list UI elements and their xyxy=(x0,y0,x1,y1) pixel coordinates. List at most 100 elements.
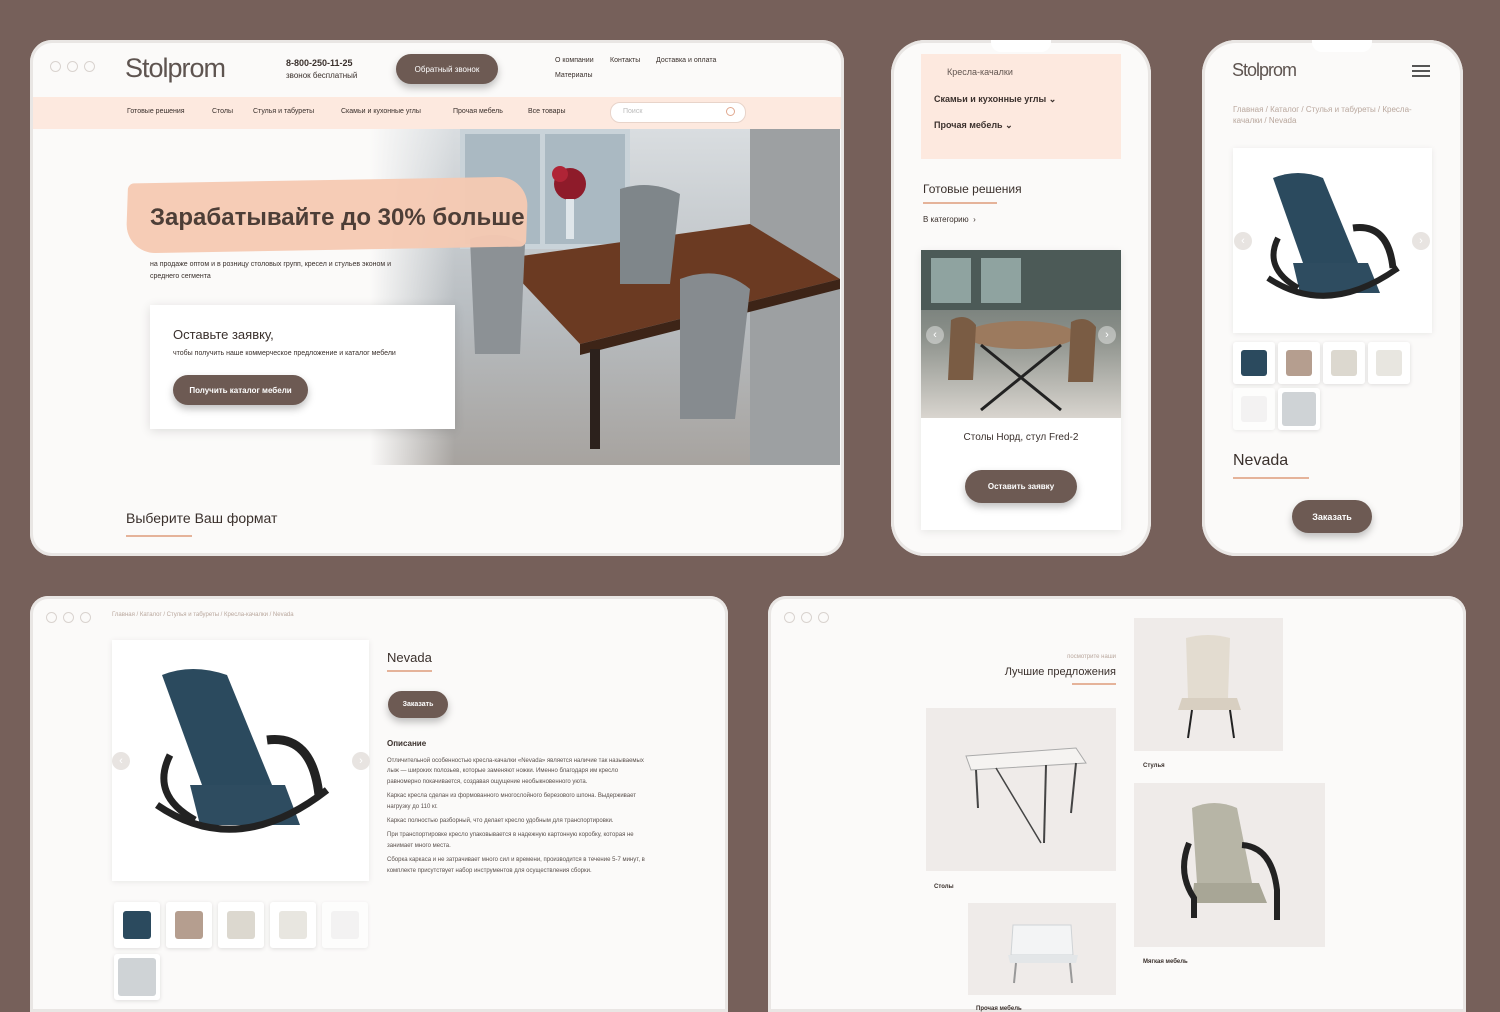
nav-item-chairs[interactable]: Стулья и табуреты xyxy=(253,108,314,115)
carousel-next-button[interactable]: › xyxy=(1098,326,1116,344)
search-input[interactable]: Поиск xyxy=(610,102,746,123)
menu-item-cut[interactable]: Кресла-качалки xyxy=(947,67,1013,77)
nav-item-other[interactable]: Прочая мебель xyxy=(453,108,503,115)
chevron-down-icon: ⌄ xyxy=(1048,94,1057,104)
title-underline xyxy=(1233,477,1309,479)
mobile-menu-panel: Кресла-качалки Скамьи и кухонные углы ⌄ … xyxy=(921,54,1121,159)
window-controls xyxy=(784,612,829,623)
product-thumb[interactable] xyxy=(166,902,212,948)
menu-item-other[interactable]: Прочая мебель ⌄ xyxy=(934,120,1013,131)
breadcrumb[interactable]: Главная / Каталог / Стулья и табуреты / … xyxy=(1233,104,1423,126)
window-dot[interactable] xyxy=(801,612,812,623)
product-title: Nevada xyxy=(1233,452,1289,469)
window-dot[interactable] xyxy=(80,612,91,623)
hamburger-menu-icon[interactable] xyxy=(1412,65,1430,77)
window-dot[interactable] xyxy=(67,61,78,72)
product-thumb[interactable] xyxy=(114,902,160,948)
window-dot[interactable] xyxy=(84,61,95,72)
armchair-image xyxy=(1181,803,1280,920)
phone-number[interactable]: 8-800-250-11-25 xyxy=(286,58,353,68)
product-thumb[interactable] xyxy=(1233,342,1275,384)
product-thumb[interactable] xyxy=(322,902,368,948)
lead-form-card: Оставьте заявку, чтобы получить наше ком… xyxy=(150,305,455,429)
window-controls xyxy=(50,61,95,72)
chair-image xyxy=(1178,635,1241,739)
form-title: Оставьте заявку, xyxy=(173,327,274,342)
offer-card-tables[interactable] xyxy=(926,708,1116,871)
order-button[interactable]: Заказать xyxy=(388,691,448,718)
hero-title: Зарабатывайте до 30% больше xyxy=(150,204,525,231)
nav-item-all[interactable]: Все товары xyxy=(528,108,566,115)
section-kicker: посмотрите наши xyxy=(1067,654,1116,660)
desktop-product-frame: Главная / Каталог / Стулья и табуреты / … xyxy=(30,596,728,1012)
chevron-right-icon: › xyxy=(970,215,976,224)
description-paragraph: Каркас кресла сделан из формованного мно… xyxy=(387,793,637,810)
product-thumb[interactable] xyxy=(114,954,160,1000)
product-thumb[interactable] xyxy=(1368,342,1410,384)
product-gallery xyxy=(112,640,369,881)
top-link-about[interactable]: О компании xyxy=(555,57,594,64)
search-placeholder: Поиск xyxy=(623,108,643,115)
section-title-underline xyxy=(126,535,192,537)
logo[interactable]: Stolprom xyxy=(1232,60,1297,81)
product-thumb[interactable] xyxy=(270,902,316,948)
product-image: ‹ › xyxy=(921,250,1121,418)
top-link-delivery[interactable]: Доставка и оплата xyxy=(656,57,716,64)
window-dot[interactable] xyxy=(63,612,74,623)
gallery-prev-button[interactable]: ‹ xyxy=(1234,232,1252,250)
section-title: Готовые решения xyxy=(923,182,1022,196)
product-card[interactable]: ‹ › Столы Норд, стул Fred-2 Оставить зая… xyxy=(921,250,1121,530)
get-catalog-button[interactable]: Получить каталог мебели xyxy=(173,375,308,405)
table-image xyxy=(965,747,1087,844)
description: Отличительной особенностью кресла-качалк… xyxy=(387,756,649,876)
description-paragraph: При транспортировке кресло упаковывается… xyxy=(387,832,634,849)
nav-bar: Готовые решения Столы Стулья и табуреты … xyxy=(33,97,841,129)
product-thumb[interactable] xyxy=(1278,342,1320,384)
menu-item-other-label: Прочая мебель xyxy=(934,120,1003,130)
form-subtitle: чтобы получить наше коммерческое предлож… xyxy=(173,350,396,357)
offer-label-chairs[interactable]: Стулья xyxy=(1143,763,1165,769)
product-thumb[interactable] xyxy=(218,902,264,948)
section-title-underline xyxy=(1072,683,1116,685)
carousel-prev-button[interactable]: ‹ xyxy=(926,326,944,344)
description-title: Описание xyxy=(387,739,427,748)
window-dot[interactable] xyxy=(784,612,795,623)
gallery-next-button[interactable]: › xyxy=(352,752,370,770)
category-link[interactable]: В категорию › xyxy=(923,215,976,224)
nav-item-ready[interactable]: Готовые решения xyxy=(127,108,185,115)
phone-note: звонок бесплатный xyxy=(286,71,358,80)
callback-button[interactable]: Обратный звонок xyxy=(396,54,498,84)
offer-label-tables[interactable]: Столы xyxy=(934,884,954,890)
leave-request-button[interactable]: Оставить заявку xyxy=(965,470,1077,503)
nav-item-tables[interactable]: Столы xyxy=(212,108,233,115)
logo[interactable]: Stolprom xyxy=(125,53,226,84)
product-thumb[interactable] xyxy=(1323,342,1365,384)
offer-card-soft[interactable] xyxy=(1134,783,1325,947)
description-paragraph: Каркас полностью разборный, что делает к… xyxy=(387,818,614,825)
offer-label-soft[interactable]: Мягкая мебель xyxy=(1143,959,1188,965)
order-button[interactable]: Заказать xyxy=(1292,500,1372,533)
product-thumb[interactable] xyxy=(1278,388,1320,430)
window-dot[interactable] xyxy=(46,612,57,623)
gallery-next-button[interactable]: › xyxy=(1412,232,1430,250)
breadcrumb[interactable]: Главная / Каталог / Стулья и табуреты / … xyxy=(112,612,294,618)
offer-card-chairs[interactable] xyxy=(1134,618,1283,751)
product-caption: Столы Норд, стул Fred-2 xyxy=(963,432,1079,443)
section-title-underline xyxy=(923,202,997,204)
product-gallery xyxy=(1233,148,1432,333)
offer-card-other[interactable] xyxy=(968,903,1116,995)
window-dot[interactable] xyxy=(50,61,61,72)
product-thumb[interactable] xyxy=(1233,388,1275,430)
gallery-prev-button[interactable]: ‹ xyxy=(112,752,130,770)
section-title: Лучшие предложения xyxy=(1004,666,1116,678)
top-link-materials[interactable]: Материалы xyxy=(555,72,592,79)
window-dot[interactable] xyxy=(818,612,829,623)
nav-item-benches[interactable]: Скамьи и кухонные углы xyxy=(341,108,421,115)
search-icon[interactable] xyxy=(726,107,735,116)
table-set-illustration xyxy=(921,250,1121,412)
desktop-offers-frame: посмотрите наши Лучшие предложения Стуль… xyxy=(768,596,1466,1012)
menu-item-benches[interactable]: Скамьи и кухонные углы ⌄ xyxy=(934,94,1056,105)
section-title: Выберите Ваш формат xyxy=(126,510,278,526)
offer-label-other[interactable]: Прочая мебель xyxy=(976,1006,1022,1012)
top-link-contacts[interactable]: Контакты xyxy=(610,57,640,64)
